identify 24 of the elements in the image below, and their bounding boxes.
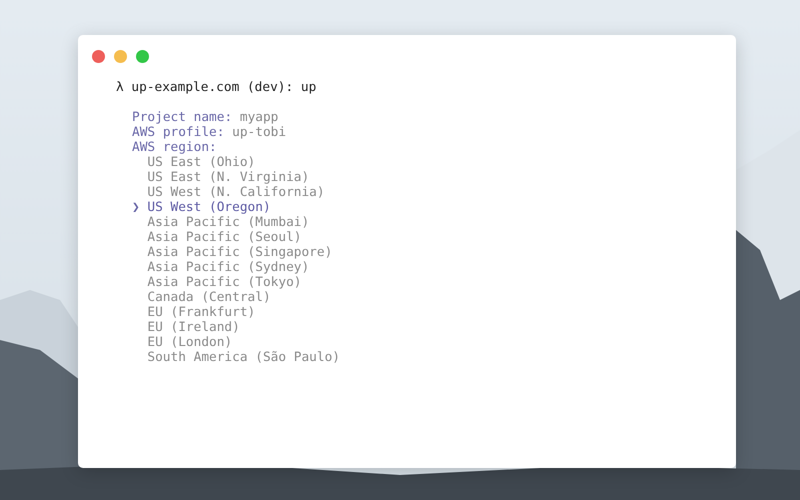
region-option[interactable]: EU (Frankfurt) (147, 305, 256, 320)
field-label: AWS region: (132, 140, 217, 155)
region-option[interactable]: Canada (Central) (147, 290, 271, 305)
region-option[interactable]: EU (London) (147, 335, 232, 350)
region-option[interactable]: US East (N. Virginia) (147, 170, 310, 185)
field-label: AWS profile: (132, 125, 224, 140)
region-option[interactable]: US West (N. California) (147, 185, 325, 200)
region-option[interactable]: US East (Ohio) (147, 155, 256, 170)
close-button[interactable] (92, 50, 105, 63)
field-value: up-tobi (232, 125, 286, 140)
minimize-button[interactable] (114, 50, 127, 63)
zoom-button[interactable] (136, 50, 149, 63)
region-option[interactable]: EU (Ireland) (147, 320, 240, 335)
region-option[interactable]: Asia Pacific (Tokyo) (147, 275, 302, 290)
field-label: Project name: (132, 110, 232, 125)
region-option[interactable]: Asia Pacific (Seoul) (147, 230, 302, 245)
pointer-icon: ❯ (132, 200, 140, 215)
region-option[interactable]: Asia Pacific (Sydney) (147, 260, 310, 275)
region-option[interactable]: Asia Pacific (Mumbai) (147, 215, 310, 230)
field-value: myapp (240, 110, 278, 125)
command-line: λ up-example.com (dev): up (116, 80, 316, 95)
region-option[interactable]: South America (São Paulo) (147, 350, 340, 365)
region-option[interactable]: Asia Pacific (Singapore) (147, 245, 332, 260)
region-option[interactable]: US West (Oregon) (147, 200, 271, 215)
